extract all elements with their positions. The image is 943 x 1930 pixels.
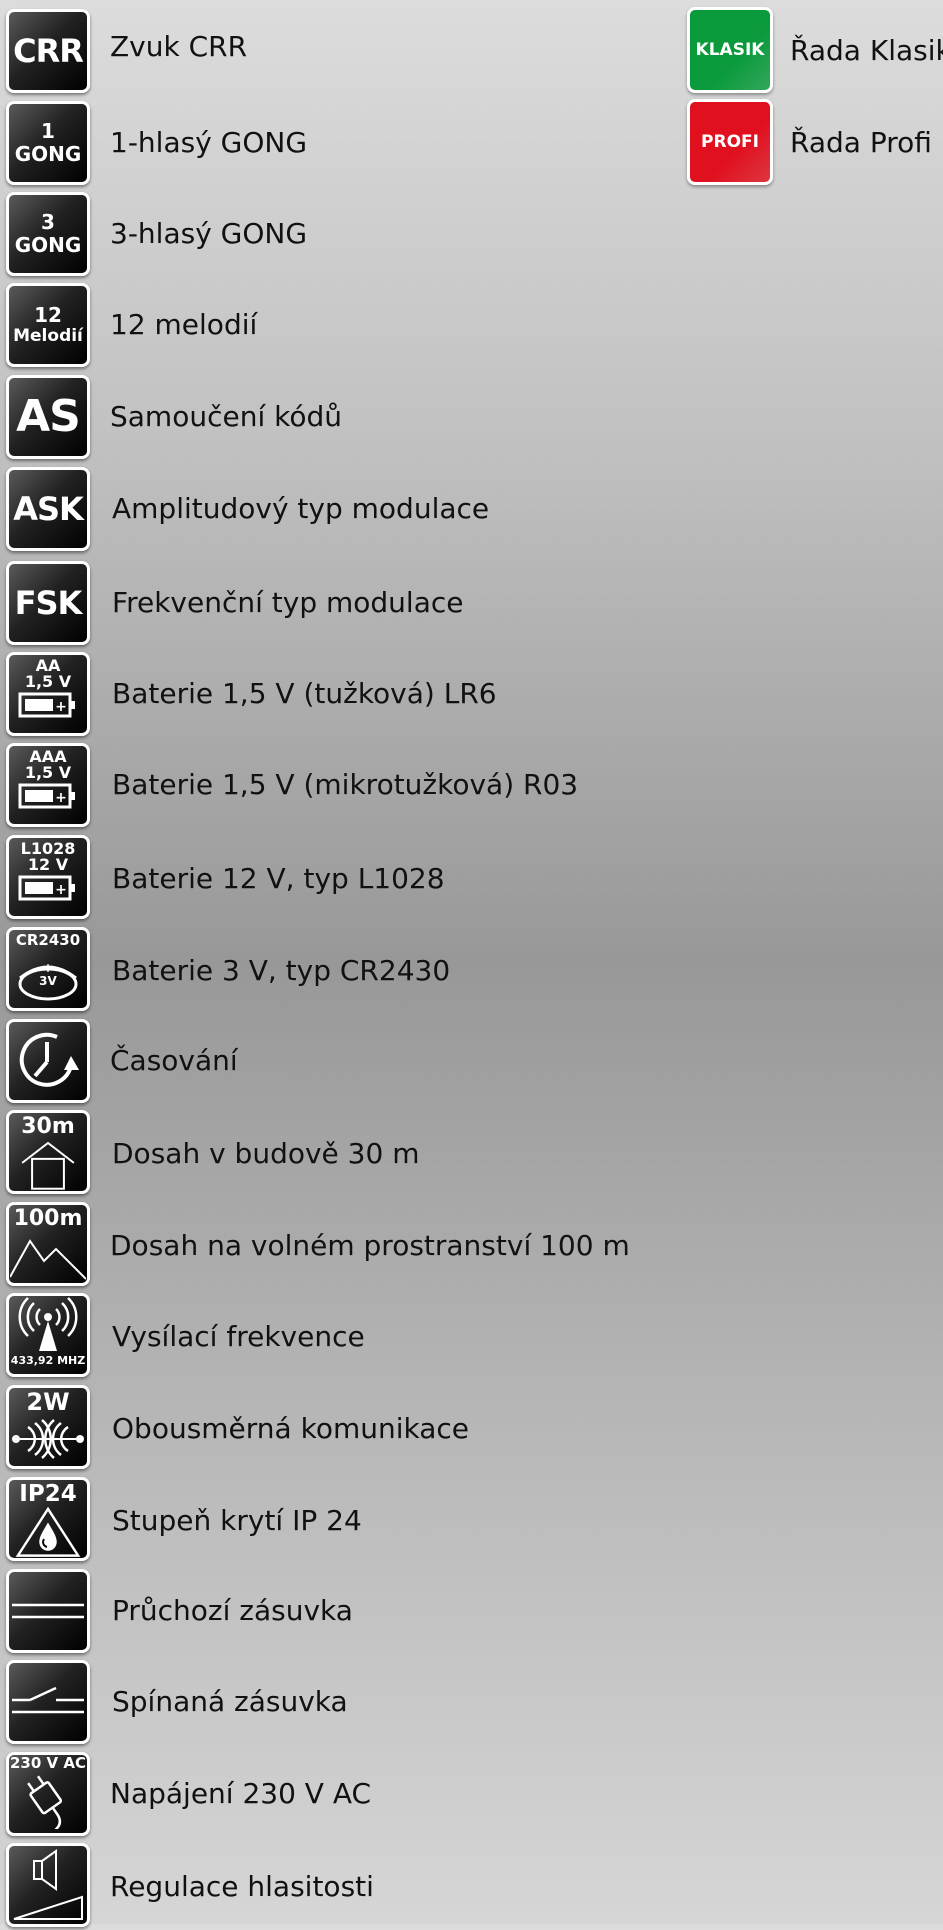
battery-aaa-badge: AAA 1,5 V +	[6, 743, 90, 827]
pass-through-socket-badge	[6, 1569, 90, 1653]
water-drop-icon	[15, 1507, 81, 1558]
legend-label: Baterie 3 V, typ CR2430	[112, 954, 451, 987]
svg-text:+: +	[43, 961, 53, 975]
ip24-badge: IP24	[6, 1477, 90, 1561]
svg-text:3V: 3V	[39, 974, 57, 988]
svg-text:+: +	[55, 699, 67, 715]
klasik-series-badge: KLASIK	[687, 7, 773, 93]
switched-socket-icon	[12, 1686, 84, 1714]
legend-label: Zvuk CRR	[110, 30, 248, 63]
legend-label: Dosah v budově 30 m	[112, 1137, 420, 1170]
legend-label: Baterie 1,5 V (mikrotužková) R03	[112, 768, 579, 801]
legend-label: Časování	[110, 1044, 238, 1077]
battery-icon: +	[18, 875, 75, 901]
legend-label: 12 melodií	[110, 308, 258, 341]
battery-cr2430-badge: CR2430 + 3V	[6, 927, 90, 1011]
plug-icon	[27, 1775, 63, 1829]
legend-label: Dosah na volném prostranství 100 m	[110, 1229, 630, 1262]
battery-icon: +	[18, 783, 75, 809]
speaker-volume-icon	[13, 1849, 83, 1920]
coin-cell-icon: + 3V	[18, 961, 78, 1001]
power-230v-badge: 230 V AC	[6, 1752, 90, 1836]
svg-text:+: +	[55, 882, 67, 898]
two-way-icon	[12, 1418, 84, 1459]
legend-label: Napájení 230 V AC	[110, 1777, 372, 1810]
legend-label: 3-hlasý GONG	[110, 217, 308, 250]
profi-series-badge: PROFI	[687, 99, 773, 185]
legend-label: Spínaná zásuvka	[112, 1685, 348, 1718]
two-way-badge: 2W	[6, 1385, 90, 1469]
profi-series-label: Řada Profi	[790, 126, 932, 159]
frequency-badge: 433,92 MHZ	[6, 1293, 90, 1377]
range-open-badge: 100m	[6, 1202, 90, 1286]
klasik-series-label: Řada Klasik	[790, 34, 943, 67]
legend-label: Regulace hlasitosti	[110, 1870, 374, 1903]
legend-label: Baterie 12 V, typ L1028	[112, 862, 445, 895]
svg-text:+: +	[55, 790, 67, 806]
pass-through-socket-icon	[12, 1603, 84, 1619]
legend-label: Baterie 1,5 V (tužková) LR6	[112, 677, 497, 710]
fsk-badge: FSK	[6, 561, 90, 645]
melodies-badge: 12 Melodií	[6, 283, 90, 367]
legend-label: Průchozí zásuvka	[112, 1594, 353, 1627]
legend-label: Stupeň krytí IP 24	[112, 1504, 362, 1537]
mountain-icon	[10, 1239, 86, 1281]
gong-3-badge: 3 GONG	[6, 192, 90, 276]
gong-1-badge: 1 GONG	[6, 101, 90, 185]
as-badge: AS	[6, 375, 90, 459]
range-building-badge: 30m	[6, 1110, 90, 1194]
volume-badge	[6, 1843, 90, 1927]
legend-label: 1-hlasý GONG	[110, 126, 308, 159]
legend-label: Vysílací frekvence	[112, 1320, 365, 1353]
switched-socket-badge	[6, 1660, 90, 1744]
battery-aa-badge: AA 1,5 V +	[6, 652, 90, 736]
timer-badge	[6, 1019, 90, 1103]
crr-badge: CRR	[6, 9, 90, 93]
battery-l1028-badge: L1028 12 V +	[6, 835, 90, 919]
antenna-icon	[18, 1297, 78, 1351]
house-icon	[21, 1142, 75, 1191]
timer-icon	[19, 1032, 79, 1087]
ask-badge: ASK	[6, 467, 90, 551]
legend-label: Samoučení kódů	[110, 400, 342, 433]
legend-label: Frekvenční typ modulace	[112, 586, 464, 619]
battery-icon: +	[18, 692, 75, 718]
legend-label: Obousměrná komunikace	[112, 1412, 469, 1445]
legend-label: Amplitudový typ modulace	[112, 492, 490, 525]
